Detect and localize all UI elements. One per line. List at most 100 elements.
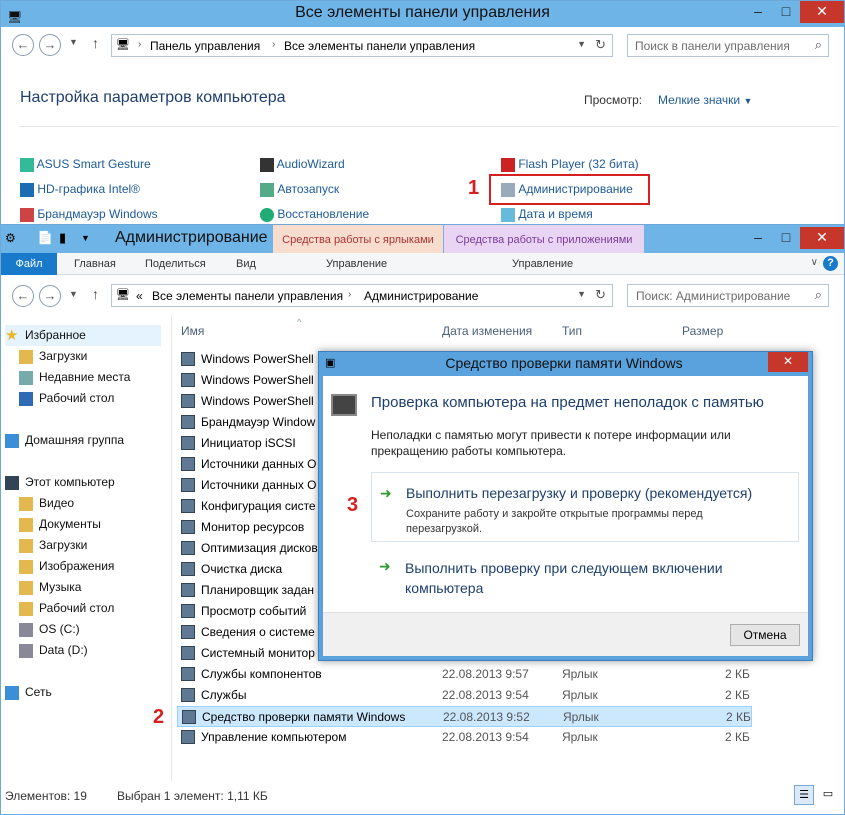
tab-file[interactable]: Файл	[1, 253, 57, 275]
column-header-date[interactable]: Дата изменения	[442, 324, 532, 338]
search-input[interactable]: Поиск в панели управления ⌕	[627, 34, 829, 57]
cell-name: Очистка диска	[201, 562, 283, 576]
expand-ribbon-icon[interactable]: ∨	[811, 257, 818, 268]
maximize-button[interactable]: □	[772, 227, 800, 249]
cp-item-administration[interactable]: Администрирование	[501, 182, 633, 197]
table-row[interactable]: Службы 22.08.2013 9:54 Ярлык 2 КБ	[177, 685, 752, 706]
nav-item[interactable]: Недавние места	[19, 367, 130, 388]
nav-item-label: Изображения	[39, 559, 115, 573]
nav-item[interactable]: Рабочий стол	[19, 388, 114, 409]
dialog-close-button[interactable]: ✕	[768, 352, 808, 372]
details-view-icon[interactable]: ☰	[794, 785, 814, 805]
shortcut-icon	[181, 457, 195, 471]
tab-app-tools[interactable]: Средства работы с приложениями	[444, 225, 644, 253]
address-bar[interactable]: 🖥 « Все элементы панели управления › Адм…	[111, 284, 613, 307]
table-row[interactable]: Средство проверки памяти Windows 22.08.20…	[177, 706, 752, 727]
nav-item[interactable]: Сеть	[5, 682, 52, 703]
breadcrumb-overflow[interactable]: «	[136, 289, 143, 303]
large-icons-view-icon[interactable]: ▭	[818, 785, 838, 805]
new-folder-icon[interactable]: ▮	[59, 230, 66, 246]
breadcrumb-item[interactable]: Все элементы панели управления	[284, 39, 475, 53]
tab-manage-app[interactable]: Управление	[512, 253, 573, 275]
properties-icon[interactable]: 📄	[37, 230, 53, 246]
tab-shortcut-tools[interactable]: Средства работы с ярлыками	[273, 225, 443, 253]
cancel-button[interactable]: Отмена	[730, 624, 800, 646]
cp-item-datetime[interactable]: Дата и время	[501, 207, 593, 222]
up-button[interactable]: ↑	[92, 286, 99, 302]
forward-button[interactable]: →	[39, 285, 61, 307]
cp-item-intel[interactable]: HD-графика Intel®	[20, 182, 140, 197]
nav-item-label: Рабочий стол	[39, 601, 115, 615]
address-dropdown-icon[interactable]: ▼	[577, 289, 586, 299]
drive-icon	[19, 622, 33, 637]
forward-button[interactable]: →	[39, 34, 61, 56]
cell-name: Просмотр событий	[201, 604, 307, 618]
cp-item-firewall[interactable]: Брандмауэр Windows	[20, 207, 158, 222]
up-button[interactable]: ↑	[92, 35, 99, 51]
minimize-button[interactable]: –	[744, 227, 772, 249]
cell-name: Windows PowerShell	[201, 394, 314, 408]
nav-item[interactable]: Этот компьютер	[5, 472, 115, 493]
refresh-icon[interactable]: ↻	[595, 287, 606, 303]
refresh-icon[interactable]: ↻	[595, 37, 606, 53]
shortcut-icon	[181, 562, 195, 576]
table-row[interactable]: Службы компонентов 22.08.2013 9:57 Ярлык 2 …	[177, 664, 752, 685]
nav-item[interactable]: Загрузки	[19, 346, 87, 367]
cp-item-audiowizard[interactable]: AudioWizard	[260, 157, 345, 172]
breadcrumb-item[interactable]: Все элементы панели управления	[152, 289, 343, 303]
view-label: Просмотр:	[584, 93, 643, 107]
nav-item[interactable]: Музыка	[19, 577, 81, 598]
cp-item-autoplay[interactable]: Автозапуск	[260, 182, 339, 197]
control-panel-app-icon: 🖥	[7, 10, 23, 24]
column-header-type[interactable]: Тип	[562, 324, 582, 338]
cell-date: 22.08.2013 9:57	[442, 667, 529, 681]
tab-manage-shortcut[interactable]: Управление	[326, 253, 387, 275]
table-row[interactable]: Управление компьютером 22.08.2013 9:54 Ярл…	[177, 727, 752, 748]
nav-item[interactable]: Загрузки	[19, 535, 87, 556]
address-bar[interactable]: 🖥 › Панель управления › Все элементы пан…	[111, 34, 613, 57]
nav-item[interactable]: ★ Избранное	[5, 325, 161, 346]
cp-item-recovery[interactable]: Восстановление	[260, 207, 369, 222]
nav-item[interactable]: Изображения	[19, 556, 114, 577]
close-button[interactable]: ✕	[800, 1, 844, 23]
cp-item-asus[interactable]: ASUS Smart Gesture	[20, 157, 151, 172]
search-icon[interactable]: ⌕	[815, 37, 822, 53]
folder-icon	[19, 496, 33, 511]
back-button[interactable]: ←	[12, 34, 34, 56]
nav-item-label: Загрузки	[39, 349, 88, 363]
breadcrumb-item[interactable]: Администрирование	[364, 289, 478, 303]
option-restart-now[interactable]: ➜ Выполнить перезагрузку и проверку (рек…	[371, 472, 799, 542]
nav-item[interactable]: OS (C:)	[19, 619, 80, 640]
cp-item-flash[interactable]: Flash Player (32 бита)	[501, 157, 639, 172]
cell-name: Системный монитор	[201, 646, 315, 660]
column-header-size[interactable]: Размер	[682, 324, 723, 338]
nav-item[interactable]: Домашняя группа	[5, 430, 124, 451]
nav-item[interactable]: Видео	[19, 493, 74, 514]
quick-access-icon[interactable]: ⚙	[5, 231, 16, 245]
history-dropdown-icon[interactable]: ▼	[69, 289, 78, 299]
address-dropdown-icon[interactable]: ▼	[577, 39, 586, 49]
column-header-name[interactable]: Имя	[181, 324, 204, 338]
tab-view[interactable]: Вид	[236, 253, 256, 275]
cell-name: Конфигурация систе	[201, 499, 316, 513]
tab-share[interactable]: Поделиться	[145, 253, 206, 275]
search-icon[interactable]: ⌕	[815, 287, 822, 303]
history-dropdown-icon[interactable]: ▼	[69, 37, 78, 47]
view-select[interactable]: Мелкие значки ▼	[658, 93, 752, 107]
help-icon[interactable]: ?	[823, 256, 838, 271]
back-button[interactable]: ←	[12, 285, 34, 307]
tab-home[interactable]: Главная	[74, 253, 116, 275]
green-arrow-icon: ➜	[380, 485, 392, 501]
minimize-button[interactable]: –	[744, 1, 772, 23]
close-button[interactable]: ✕	[800, 227, 844, 249]
customize-qat-icon[interactable]: ▼	[81, 233, 90, 243]
breadcrumb-item[interactable]: Панель управления	[150, 39, 260, 53]
nav-item[interactable]: Рабочий стол	[19, 598, 114, 619]
folder-icon	[19, 349, 33, 364]
chevron-down-icon: ▼	[743, 96, 753, 106]
option-check-next-start[interactable]: ➜ Выполнить проверку при следующем включ…	[371, 552, 799, 604]
nav-item[interactable]: Data (D:)	[19, 640, 88, 661]
maximize-button[interactable]: □	[772, 1, 800, 23]
search-input[interactable]: Поиск: Администрирование ⌕	[627, 284, 829, 307]
nav-item[interactable]: Документы	[19, 514, 101, 535]
